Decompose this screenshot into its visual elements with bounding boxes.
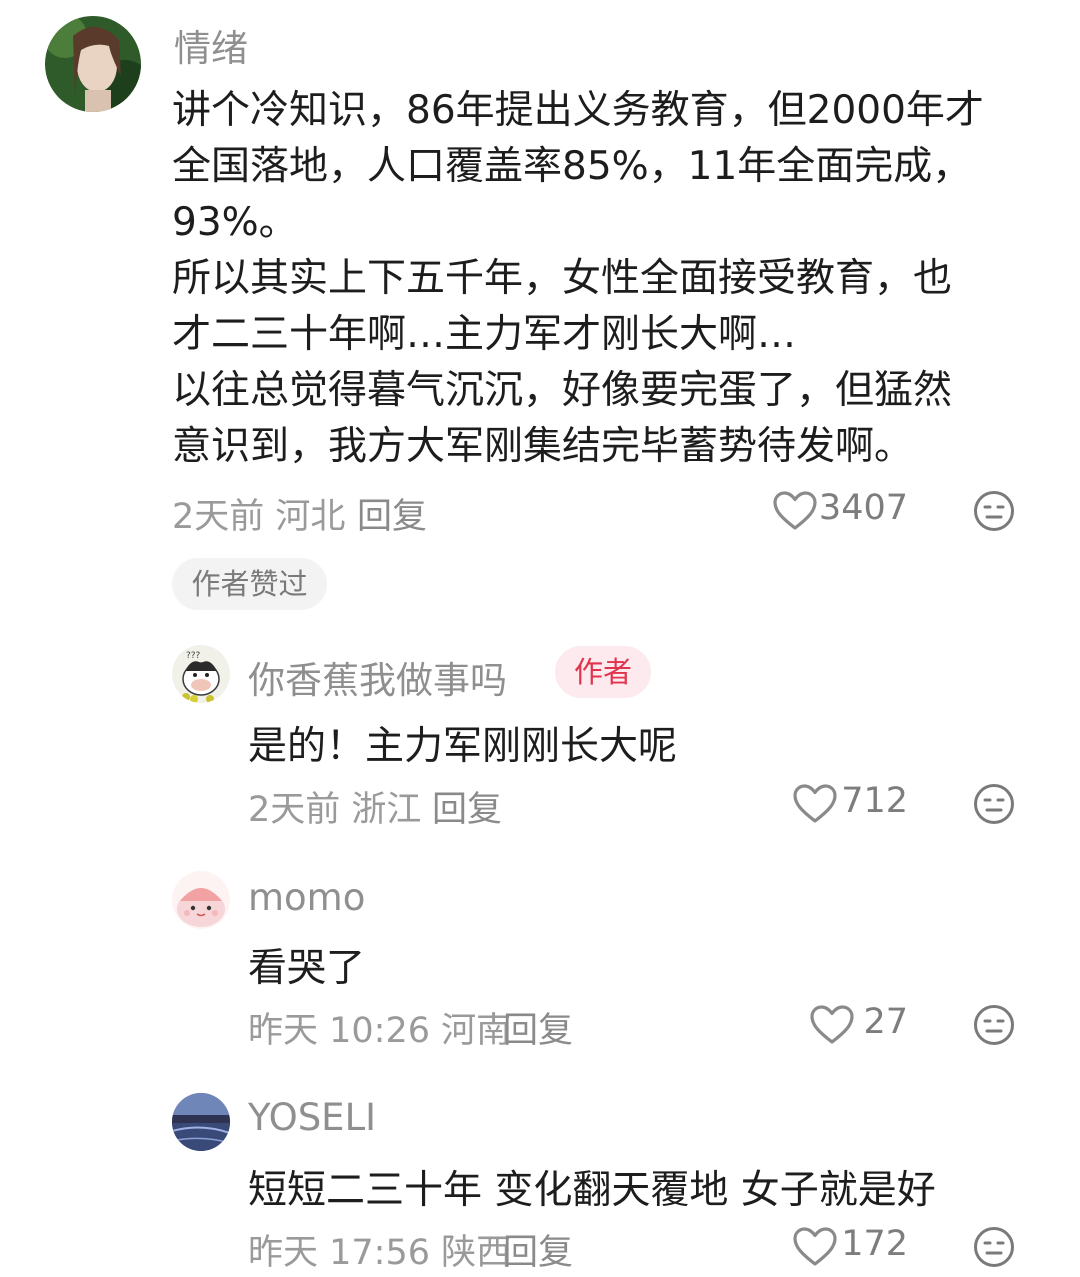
author-liked-badge: 作者赞过 <box>172 558 327 610</box>
comment-line: 所以其实上下五千年，女性全面接受教育，也 <box>172 256 953 301</box>
reply-text: 是的！主力军刚刚长大呢 <box>248 724 678 769</box>
comment-text: 讲个冷知识，86年提出义务教育，但2000年才 全国落地，人口覆盖率85%，11… <box>172 83 984 475</box>
avatar[interactable]: ??? <box>172 645 230 703</box>
svg-text:???: ??? <box>186 651 201 661</box>
dislike-face-icon[interactable] <box>973 1226 1015 1272</box>
heart-icon[interactable] <box>809 1004 855 1050</box>
dislike-face-icon[interactable] <box>973 783 1015 829</box>
comment-line: 讲个冷知识，86年提出义务教育，但2000年才 <box>172 88 984 133</box>
reply-meta: 昨天 10:26 河南 <box>248 1011 512 1051</box>
avatar[interactable] <box>172 1093 230 1151</box>
reply-button[interactable]: 回复 <box>503 1002 573 1053</box>
reply-button[interactable]: 回复 <box>357 488 427 539</box>
comment-line: 全国落地，人口覆盖率85%，11年全面完成， <box>172 144 972 189</box>
comment-meta: 2天前 河北 <box>172 497 346 537</box>
dislike-face-icon[interactable] <box>973 1004 1015 1050</box>
reply-button[interactable]: 回复 <box>432 781 502 832</box>
reply-text: 短短二三十年 变化翻天覆地 女子就是好 <box>248 1168 936 1213</box>
like-count: 27 <box>863 1002 908 1042</box>
like-count: 3407 <box>818 488 908 528</box>
avatar[interactable] <box>45 16 141 112</box>
like-count: 172 <box>841 1224 908 1264</box>
reply-meta: 2天前 浙江 <box>248 790 422 830</box>
reply-meta: 昨天 17:56 陕西 <box>248 1233 512 1273</box>
like-count: 712 <box>841 781 908 821</box>
author-tag: 作者 <box>555 646 651 698</box>
comment-line: 93%。 <box>172 200 298 245</box>
comment-username[interactable]: 情绪 <box>174 18 248 72</box>
reply-username[interactable]: momo <box>248 876 365 919</box>
reply-username[interactable]: 你香蕉我做事吗 <box>248 650 507 704</box>
comment-line: 意识到，我方大军刚集结完毕蓄势待发啊。 <box>172 424 914 469</box>
reply-button[interactable]: 回复 <box>503 1224 573 1275</box>
avatar[interactable] <box>172 871 230 929</box>
heart-icon[interactable] <box>772 490 818 536</box>
comment-line: 才二三十年啊…主力军才刚长大啊… <box>172 312 797 357</box>
reply-text: 看哭了 <box>248 946 366 991</box>
heart-icon[interactable] <box>792 1226 838 1272</box>
reply-username[interactable]: YOSELI <box>248 1096 376 1139</box>
heart-icon[interactable] <box>792 783 838 829</box>
dislike-face-icon[interactable] <box>973 490 1015 536</box>
comment-line: 以往总觉得暮气沉沉，好像要完蛋了，但猛然 <box>172 368 953 413</box>
